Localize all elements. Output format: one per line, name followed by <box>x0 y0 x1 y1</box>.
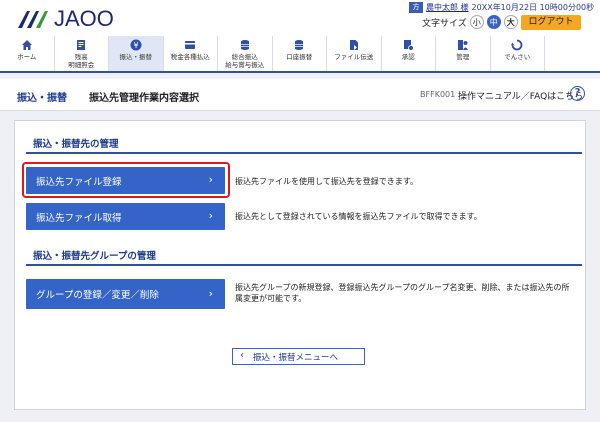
global-nav: ホーム 残高 明細照会 ¥ 振込・振替 税金各種払込 総合振込 給与賞与振込 口… <box>0 36 600 73</box>
title-bar: 振込・振替 振込先管理作業内容選択 BFFK001 操作マニュアル／FAQはこち… <box>0 79 600 111</box>
cycle-icon <box>511 39 523 51</box>
action-description: 振込先グループの新規登録、登録振込先グループのグループ名変更、削除、または振込先… <box>235 283 570 303</box>
action-description: 振込先ファイルを使用して振込先を登録できます。 <box>235 177 418 186</box>
payment-card-icon <box>184 39 196 51</box>
help-icon[interactable]: ? <box>570 86 585 101</box>
section-title: 振込・振替先グループの管理 <box>33 251 156 262</box>
approval-icon <box>402 39 415 51</box>
font-size-medium-button[interactable]: 中 <box>486 15 501 29</box>
yen-coin-icon: ¥ <box>130 39 142 51</box>
nav-label: 口座振替 <box>286 53 313 61</box>
nav-item-file-transfer[interactable]: ファイル伝送 <box>327 36 382 71</box>
font-size-small-button[interactable]: 小 <box>469 15 484 29</box>
section-divider <box>26 152 582 154</box>
database-icon <box>293 39 305 51</box>
nav-label: 承認 <box>401 53 415 61</box>
nav-label: 管理 <box>456 53 470 61</box>
logout-button[interactable]: ログアウト <box>521 15 581 30</box>
nav-item-tax[interactable]: 税金各種払込 <box>164 36 218 71</box>
nav-label: 残高 明細照会 <box>68 53 95 69</box>
back-to-transfer-menu-button[interactable]: ‹ 振込・振替メニューへ <box>232 348 365 365</box>
nav-item-approval[interactable]: 承認 <box>382 36 436 71</box>
user-badge: 方 <box>409 2 423 13</box>
nav-item-admin[interactable]: 管理 <box>436 36 491 71</box>
nav-label: 税金各種払込 <box>170 53 210 61</box>
chevron-right-icon: › <box>208 173 213 186</box>
chevron-right-icon: › <box>208 287 213 300</box>
content-panel: 振込・振替先の管理 振込先ファイル登録 › 振込先ファイルを使用して振込先を登録… <box>14 120 586 410</box>
group-edit-button[interactable]: グループの登録／変更／削除 › <box>26 279 225 309</box>
svg-text:¥: ¥ <box>133 41 138 50</box>
action-description: 振込先として登録されている情報を振込先ファイルで取得できます。 <box>235 212 482 221</box>
get-payee-file-button[interactable]: 振込先ファイル取得 › <box>26 203 225 230</box>
home-icon <box>21 39 33 51</box>
nav-item-balance[interactable]: 残高 明細照会 <box>55 36 109 71</box>
manual-faq-link[interactable]: 操作マニュアル／FAQはこちら <box>458 89 583 102</box>
login-datetime: 20XX年10月22日 10時00分00秒 <box>471 3 595 12</box>
chevron-right-icon: › <box>208 209 213 222</box>
font-size-label: 文字サイズ <box>422 18 467 29</box>
button-label: 振込・振替メニューへ <box>253 352 339 363</box>
document-icon <box>75 39 87 51</box>
top-bar: JAOO 方 農中太郎 様 20XX年10月22日 10時00分00秒 文字サイ… <box>0 0 600 36</box>
button-label: 振込先ファイル取得 <box>36 212 122 224</box>
nav-label: ホーム <box>17 53 37 61</box>
section-title: 振込・振替先の管理 <box>33 139 119 150</box>
nav-item-densai[interactable]: でんさい <box>491 36 545 71</box>
font-size-control: 文字サイズ 小 中 大 <box>422 15 518 29</box>
nav-item-home[interactable]: ホーム <box>0 36 55 71</box>
nav-item-transfer[interactable]: ¥ 振込・振替 <box>109 36 164 71</box>
section-divider <box>26 264 582 266</box>
ja-logo[interactable]: JAOO <box>14 6 114 31</box>
logo-text: JAOO <box>54 6 114 31</box>
register-payee-file-button[interactable]: 振込先ファイル登録 › <box>26 167 225 194</box>
nav-label: ファイル伝送 <box>334 53 374 61</box>
manager-icon <box>457 39 469 51</box>
button-label: 振込先ファイル登録 <box>36 176 122 188</box>
user-info: 方 農中太郎 様 20XX年10月22日 10時00分00秒 <box>409 2 594 13</box>
database-icon <box>239 39 251 51</box>
ja-logo-mark-icon <box>14 8 50 30</box>
nav-label: 総合振込 給与賞与振込 <box>225 53 265 69</box>
button-label: グループの登録／変更／削除 <box>36 290 159 301</box>
nav-item-bulk-transfer[interactable]: 総合振込 給与賞与振込 <box>218 36 273 71</box>
user-name-link[interactable]: 農中太郎 様 <box>426 2 469 13</box>
nav-label: でんさい <box>504 53 531 61</box>
chevron-left-icon: ‹ <box>240 350 244 361</box>
screen-id: BFFK001 <box>420 90 456 99</box>
nav-item-account-transfer[interactable]: 口座振替 <box>273 36 327 71</box>
file-icon <box>348 39 360 51</box>
breadcrumb: 振込・振替 <box>17 93 67 104</box>
page-title: 振込先管理作業内容選択 <box>89 93 199 104</box>
nav-label: 振込・振替 <box>119 53 153 61</box>
font-size-large-button[interactable]: 大 <box>503 15 518 29</box>
